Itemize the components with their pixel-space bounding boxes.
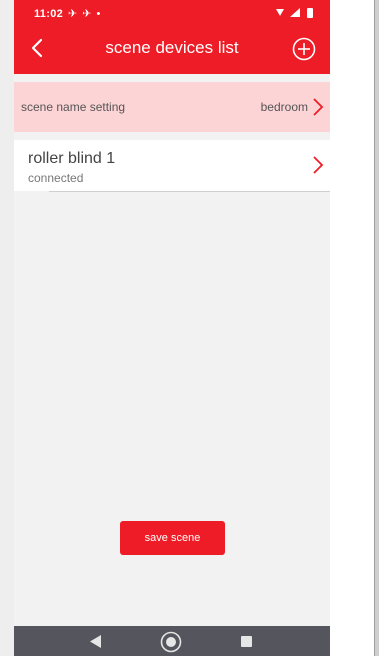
scene-name-label: scene name setting [21,100,126,114]
chevron-left-icon [31,38,43,58]
phone-screen: 11:02 ✈ ✈ • scene devices list scene nam… [14,0,330,656]
back-button[interactable] [26,36,50,60]
status-time: 11:02 [34,8,64,20]
list-divider [49,191,330,192]
nav-back-icon[interactable] [90,635,102,648]
nav-home-icon[interactable] [160,631,182,653]
device-status: connected [28,171,84,185]
plus-circle-icon [292,37,316,61]
save-scene-button[interactable]: save scene [120,521,225,555]
chevron-right-icon [313,98,324,116]
window-right-margin [330,0,379,656]
page-title: scene devices list [105,38,239,57]
window-left-edge [0,0,15,656]
add-device-button[interactable] [291,36,317,62]
scene-name-setting-row[interactable]: scene name setting bedroom [14,82,330,132]
scene-name-value: bedroom [260,100,308,114]
device-list-item[interactable]: roller blind 1 connected [14,140,330,191]
notification-icons: ✈ ✈ • [68,8,102,20]
app-bar: 11:02 ✈ ✈ • scene devices list [14,0,330,74]
window-right-edge [374,0,379,656]
android-nav-bar [14,626,330,656]
nav-recents-icon[interactable] [241,636,252,647]
device-name: roller blind 1 [28,150,116,167]
chevron-right-icon [313,156,324,174]
signal-battery-icon [276,8,313,18]
status-bar: 11:02 ✈ ✈ • [14,0,330,24]
